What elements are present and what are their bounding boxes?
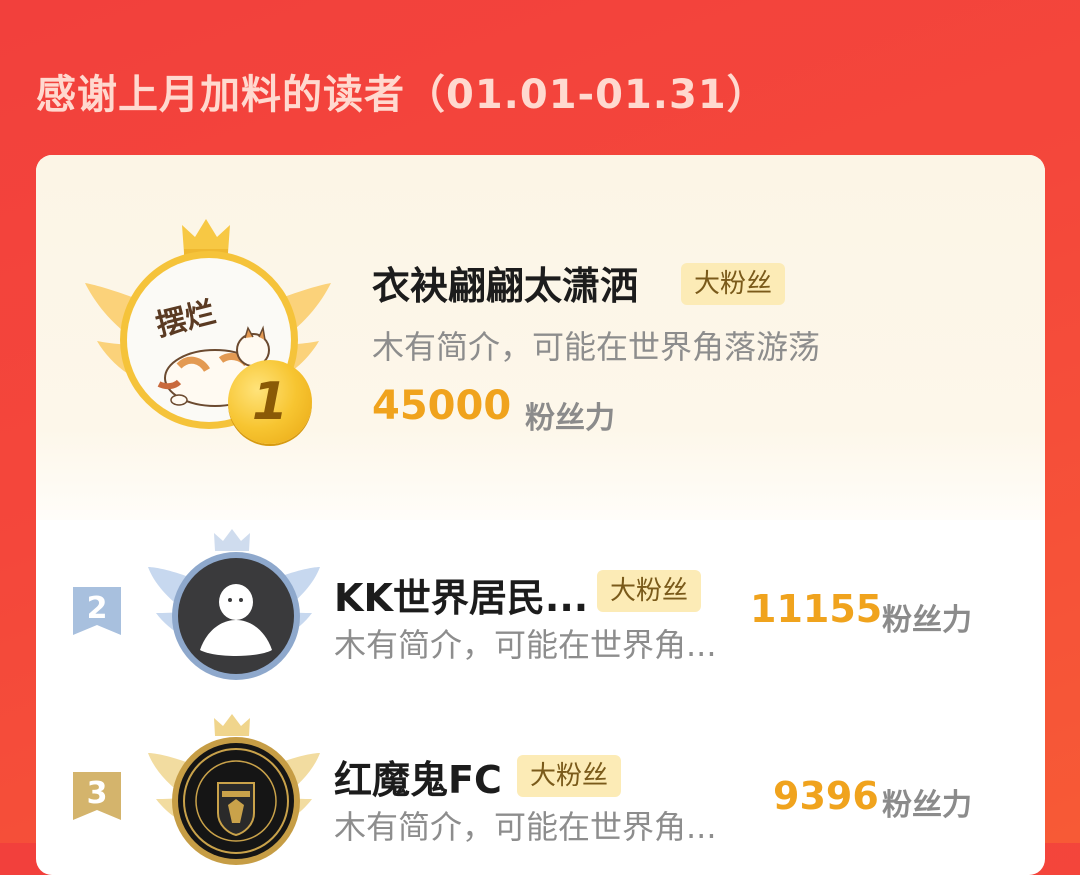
rank-number: 1	[251, 372, 289, 432]
crown-icon	[214, 529, 250, 551]
fan-power-score: 9396	[773, 774, 879, 818]
fan-power-score: 11155	[750, 587, 883, 631]
avatar[interactable]	[172, 552, 300, 680]
reader-name[interactable]: 衣袂翩翩太潇洒	[372, 255, 638, 310]
fan-power-unit: 粉丝力	[525, 401, 615, 436]
crown-icon	[214, 714, 250, 736]
reader-name[interactable]: 红魔鬼FC	[334, 749, 502, 804]
reader-name[interactable]: KK世界居民...	[334, 567, 588, 622]
fan-badge: 大粉丝	[597, 570, 701, 612]
rank-1-medal-icon: 1	[228, 360, 312, 444]
fan-power-unit: 粉丝力	[882, 603, 972, 638]
fan-badge: 大粉丝	[517, 755, 621, 797]
reader-ranking-card: 摆烂 1 衣袂翩翩太潇洒 大粉丝 木有简介，可能在世界角落游荡 45000 粉丝…	[36, 155, 1045, 875]
fan-badge: 大粉丝	[681, 263, 785, 305]
reader-bio: 木有简介，可能在世界角落游荡	[372, 328, 821, 366]
fan-power-unit: 粉丝力	[882, 788, 972, 823]
page-title: 感谢上月加料的读者（01.01-01.31）	[36, 72, 768, 118]
default-user-icon	[200, 584, 272, 656]
reader-bio: 木有简介，可能在世界角...	[334, 626, 717, 664]
avatar[interactable]	[172, 737, 300, 865]
rank-number: 3	[86, 776, 108, 811]
manchester-united-crest-icon	[183, 748, 289, 854]
fan-power-score: 45000	[372, 383, 512, 429]
rank-number: 2	[86, 591, 108, 626]
reader-bio: 木有简介，可能在世界角...	[334, 808, 717, 846]
